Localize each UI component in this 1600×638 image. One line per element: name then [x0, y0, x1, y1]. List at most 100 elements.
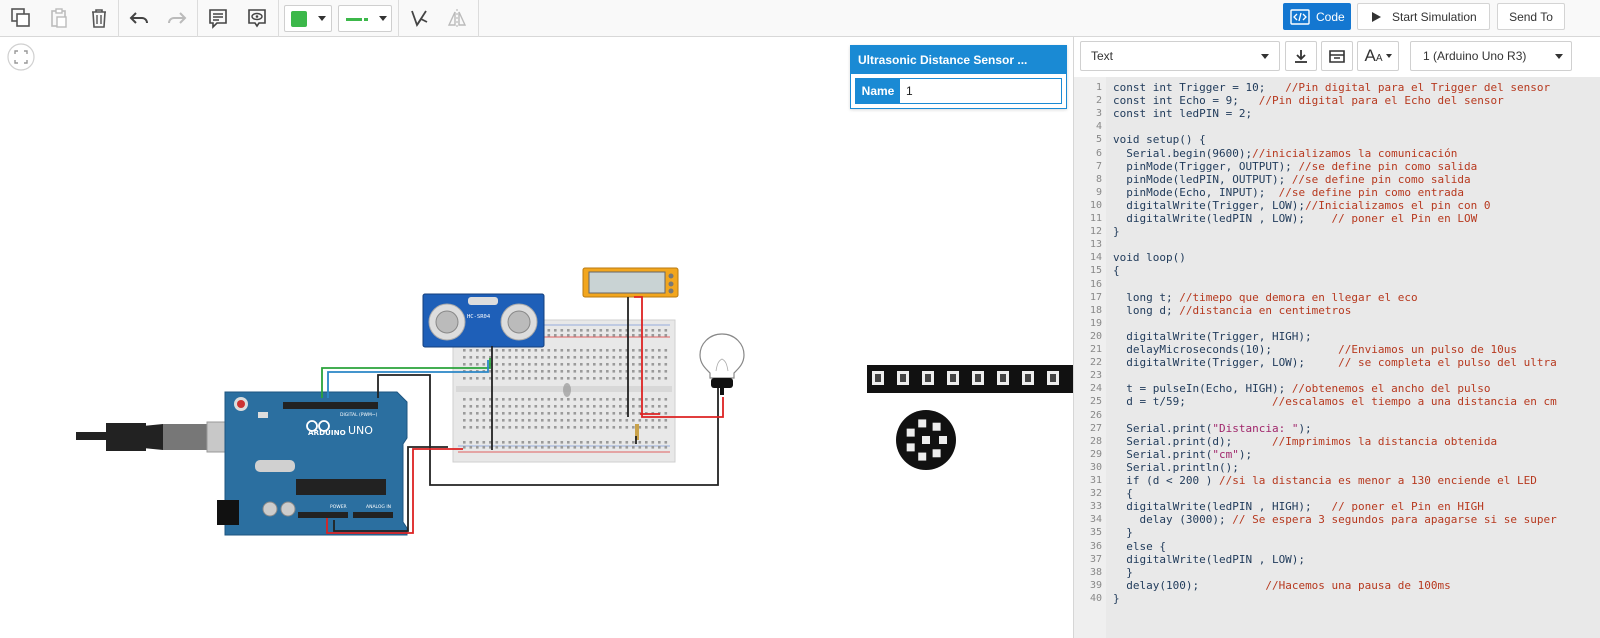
code-comment: //se define pin como salida	[1298, 159, 1478, 173]
neopixel-ring[interactable]	[896, 410, 956, 470]
toolbar: Code Start Simulation Send To	[0, 0, 1600, 37]
code-text: }	[1113, 526, 1133, 540]
arduino-uno-board[interactable]: DIGITAL (PWM~) ARDUINO UNO POWER ANALOG …	[217, 391, 408, 536]
code-line: pinMode(Echo, INPUT); //se define pin co…	[1113, 186, 1464, 199]
notes-button[interactable]	[203, 4, 233, 32]
code-text: const int Echo = 9;	[1113, 94, 1259, 108]
code-comment: //Pin digital para el Trigger del sensor	[1285, 81, 1551, 94]
code-text: digitalWrite(Trigger, LOW);	[1113, 198, 1306, 212]
code-text: Serial.print(d);	[1113, 434, 1272, 448]
code-line: Serial.begin(9600);//inicializamos la co…	[1113, 147, 1457, 160]
lcd-display[interactable]	[582, 267, 679, 298]
code-text: {	[1113, 487, 1133, 501]
code-text: d = t/59;	[1113, 395, 1272, 409]
line-number: 25	[1089, 396, 1102, 408]
code-line: digitalWrite(Trigger, LOW);//Inicializam…	[1113, 198, 1490, 212]
code-text: void setup() {	[1113, 133, 1206, 147]
line-number: 5	[1095, 134, 1102, 146]
code-comment: //timepo que demora en llegar el eco	[1179, 290, 1418, 304]
fill-color-swatch	[291, 11, 307, 27]
code-comment: //Enviamos un pulso de 10us	[1338, 343, 1517, 356]
view-button[interactable]	[242, 4, 272, 32]
code-line: else {	[1113, 540, 1166, 553]
send-to-label: Send To	[1509, 9, 1553, 24]
ultrasonic-sensor[interactable]: HC-SR04	[422, 293, 545, 348]
line-number: 39	[1089, 579, 1102, 591]
code-text: pinMode(ledPIN, OUTPUT);	[1113, 172, 1292, 186]
flip-icon	[411, 10, 428, 27]
line-number-gutter: 1 2 3 4 5 6 7 8 9 10 11 12 13 14 15 16 17 18 19 20 21 22 23 24 2…	[1074, 77, 1106, 638]
paste-button[interactable]	[44, 4, 74, 32]
code-mode-label: Text	[1091, 49, 1114, 63]
line-number: 36	[1089, 540, 1102, 552]
redo-button[interactable]	[162, 4, 192, 32]
line-number: 26	[1089, 409, 1102, 421]
ring-led	[932, 422, 941, 431]
circuit-canvas[interactable]: DIGITAL (PWM~) ARDUINO UNO POWER ANALOG …	[0, 37, 1073, 638]
name-input[interactable]: 1	[900, 79, 1061, 103]
code-text: Serial.print("cm");	[1113, 447, 1253, 461]
code-comment: //se define pin como salida	[1291, 172, 1471, 186]
send-to-button[interactable]: Send To	[1497, 3, 1565, 30]
code-line: Serial.print(d); //Imprimimos la distanc…	[1113, 435, 1497, 448]
line-number: 20	[1089, 330, 1102, 342]
chevron-down-icon	[379, 16, 387, 21]
zoom-fit-button[interactable]	[7, 43, 35, 71]
code-comment: // poner el Pin en HIGH	[1331, 500, 1484, 514]
delete-button[interactable]	[84, 4, 114, 32]
code-mode-dropdown[interactable]: Text	[1080, 41, 1280, 71]
code-text: digitalWrite(ledPIN , HIGH);	[1113, 500, 1332, 514]
code-line: d = t/59; //escalamos el tiempo a una di…	[1113, 395, 1557, 408]
code-comment: // se completa el pulso del ultra	[1338, 356, 1557, 370]
code-toolbar: Text A A 1 (Arduino Uno R3)	[1074, 37, 1600, 77]
code-text: digitalWrite(ledPIN , LOW);	[1113, 212, 1332, 225]
component-inspector: Ultrasonic Distance Sensor ... Name 1	[850, 45, 1067, 109]
code-text: delay (3000);	[1113, 513, 1233, 527]
code-comment: //escalamos el tiempo a una distancia en…	[1271, 395, 1557, 409]
mirror-button[interactable]	[442, 4, 472, 32]
inspector-title: Ultrasonic Distance Sensor ...	[851, 46, 1066, 74]
usb-cable[interactable]	[76, 421, 230, 453]
code-text: else {	[1113, 539, 1166, 553]
code-line: Serial.print("Distancia: ");	[1113, 422, 1311, 435]
copy-button[interactable]	[6, 4, 36, 32]
led[interactable]	[563, 383, 571, 397]
code-text: pinMode(Trigger, OUTPUT);	[1113, 159, 1299, 173]
download-button[interactable]	[1285, 41, 1317, 71]
undo-button[interactable]	[124, 4, 154, 32]
library-button[interactable]	[1321, 41, 1353, 71]
code-line: Serial.print("cm");	[1113, 448, 1252, 461]
line-number: 18	[1089, 304, 1102, 316]
code-button-label: Code	[1316, 9, 1345, 24]
digital-label: DIGITAL (PWM~)	[340, 412, 378, 418]
line-number: 23	[1089, 370, 1102, 382]
line-number: 35	[1089, 527, 1102, 539]
mirror-icon	[447, 9, 467, 27]
name-label: Name	[856, 79, 900, 103]
code-editor[interactable]: const int Trigger = 10; //Pin digital pa…	[1106, 77, 1600, 638]
code-line: delayMicroseconds(10); //Enviamos un pul…	[1113, 343, 1517, 356]
light-bulb[interactable]	[699, 333, 745, 395]
start-simulation-button[interactable]: Start Simulation	[1357, 3, 1490, 30]
line-number: 40	[1089, 592, 1102, 604]
code-text: if (d < 200 )	[1113, 474, 1219, 487]
line-number: 38	[1089, 566, 1102, 578]
view-icon	[248, 9, 266, 28]
board-dropdown[interactable]: 1 (Arduino Uno R3)	[1410, 41, 1572, 71]
code-line: digitalWrite(ledPIN , HIGH); // poner el…	[1113, 500, 1484, 513]
code-line: digitalWrite(ledPIN , LOW);	[1113, 553, 1305, 566]
code-text: }	[1113, 591, 1120, 605]
font-size-dropdown[interactable]: A A	[1357, 41, 1399, 71]
line-number: 30	[1089, 461, 1102, 473]
download-icon	[1295, 50, 1307, 63]
line-color-dropdown[interactable]	[338, 5, 392, 32]
rotate-button[interactable]	[404, 4, 434, 32]
ring-led	[906, 443, 915, 452]
fill-color-dropdown[interactable]	[284, 5, 332, 32]
code-text: digitalWrite(Trigger, LOW);	[1113, 356, 1339, 370]
line-number: 10	[1089, 199, 1102, 211]
code-comment: //Imprimimos la distancia obtenida	[1271, 434, 1498, 448]
code-button[interactable]: Code	[1283, 3, 1351, 30]
neopixel-strip[interactable]	[867, 365, 1073, 393]
line-number: 28	[1089, 435, 1102, 447]
